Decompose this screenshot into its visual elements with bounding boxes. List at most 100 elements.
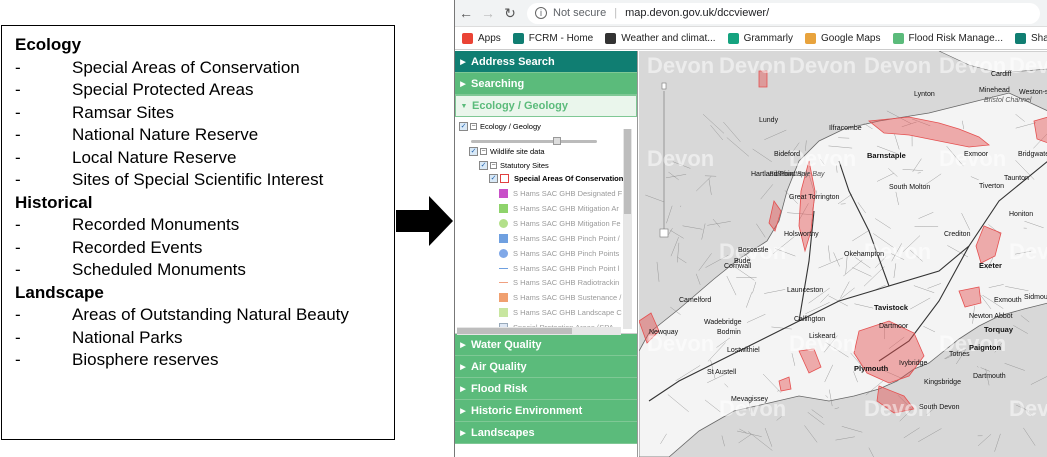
map-place-label: Holsworthy — [784, 231, 819, 238]
tree-layer[interactable]: S Hams SAC GHB Radiotrackin — [499, 278, 619, 287]
scroll-thumb[interactable] — [624, 129, 631, 214]
map-place-label: South Devon — [919, 404, 960, 411]
tree-layer[interactable]: S Hams SAC GHB Pinch Point / — [499, 233, 620, 243]
map-place-label: Mevagissey — [731, 396, 768, 403]
bookmark-label: Grammarly — [743, 32, 794, 44]
watermark: Devon — [719, 53, 787, 78]
accordion-header[interactable]: ▼ Ecology / Geology — [455, 95, 637, 117]
tree-layer[interactable]: S Hams SAC GHB Pinch Points — [499, 248, 619, 258]
tree-layer[interactable]: S Hams SAC GHB Mitigation Ar — [499, 203, 619, 213]
map-place-label: Exmouth — [994, 297, 1022, 304]
layer-checkbox[interactable]: ✓ — [459, 122, 468, 131]
triangle-right-icon: ▶ — [460, 58, 466, 66]
bookmark-item[interactable]: Grammarly — [727, 32, 794, 44]
layer-label: S Hams SAC GHB Landscape C — [513, 308, 622, 318]
map-place-label: Kingsbridge — [924, 379, 961, 386]
map-place-label: Dartmouth — [973, 373, 1006, 380]
list-item: - National Parks — [15, 327, 394, 350]
accordion-header[interactable]: ▶ Air Quality — [455, 356, 637, 378]
accordion-header[interactable]: ▶ Historic Environment — [455, 400, 637, 422]
accordion-label: Flood Risk — [471, 382, 528, 395]
watermark: Devon — [1009, 53, 1047, 78]
map-place-label: South Molton — [889, 184, 931, 191]
list-dash: - — [15, 57, 21, 77]
map-place-label: Great Torrington — [789, 194, 840, 201]
layer-checkbox[interactable]: ✓ — [469, 147, 478, 156]
scroll-thumb[interactable] — [457, 328, 572, 334]
bookmark-item[interactable]: FCRM - Home — [512, 32, 593, 44]
bookmark-item[interactable]: Apps — [462, 32, 501, 44]
tree-layer-sac[interactable]: ✓ Special Areas Of Conservation — [489, 174, 623, 183]
collapse-icon[interactable]: − — [470, 123, 477, 130]
map-place-label: Barnstaple — [867, 151, 906, 160]
tree-layer[interactable]: S Hams SAC GHB Sustenance / — [499, 293, 621, 303]
map-view[interactable]: DevonDevonDevonDevonDevonDevonDevonDevon… — [639, 51, 1047, 457]
right-arrow-icon — [396, 196, 453, 246]
opacity-slider[interactable] — [471, 137, 597, 145]
bookmark-item[interactable]: Google Maps — [805, 32, 881, 44]
bookmark-item[interactable]: SharePoint — [1015, 32, 1047, 44]
map-place-label: Launceston — [787, 287, 824, 294]
tree-layer[interactable]: S Hams SAC GHB Mitigation Fe — [499, 218, 621, 228]
reload-icon[interactable]: ↻ — [499, 5, 521, 22]
collapse-icon[interactable]: − — [480, 148, 487, 155]
tree-layer[interactable]: S Hams SAC GHB Designated F — [499, 189, 622, 198]
url-field[interactable]: i Not secure | map.devon.gov.uk/dccviewe… — [527, 2, 1040, 24]
layer-label: S Hams SAC GHB Pinch Point l — [513, 263, 620, 273]
accordion-header[interactable]: ▶ Address Search — [455, 51, 637, 73]
accordion-header[interactable]: ▶ Landscapes — [455, 422, 637, 444]
vertical-scrollbar[interactable] — [623, 129, 632, 329]
triangle-right-icon: ▶ — [460, 407, 466, 415]
section-heading: Landscape — [15, 282, 104, 302]
layer-checkbox[interactable]: ✓ — [489, 174, 498, 183]
list-item: - Local Nature Reserve — [15, 147, 394, 170]
list-dash: - — [15, 327, 21, 347]
list-item-text: Local Nature Reserve — [72, 147, 237, 167]
list-item-text: Scheduled Monuments — [72, 260, 246, 279]
list-item: - Sites of Special Scientific Interest — [15, 169, 394, 192]
map-place-label: Lundy — [759, 117, 779, 124]
layer-checkbox[interactable]: ✓ — [479, 161, 488, 170]
accordion-header[interactable]: ▶ Water Quality — [455, 334, 637, 356]
tree-group[interactable]: ✓ − Wildlife site data — [469, 147, 545, 156]
accordion-header[interactable]: ▶ Searching — [455, 73, 637, 95]
triangle-right-icon: ▶ — [460, 341, 466, 349]
accordion-label: Landscapes — [471, 426, 535, 439]
horizontal-scrollbar[interactable] — [457, 327, 621, 335]
bookmark-label: Google Maps — [821, 32, 881, 44]
bookmark-item[interactable]: Weather and climat... — [605, 32, 716, 44]
tree-layer[interactable]: S Hams SAC GHB Landscape C — [499, 308, 622, 318]
url-text: map.devon.gov.uk/dccviewer/ — [625, 7, 770, 19]
map-canvas[interactable] — [639, 51, 1047, 457]
map-place-label: Minehead — [979, 87, 1010, 94]
data-list-box: Ecology - Special Areas of Conservation - Sp… — [1, 25, 395, 440]
info-icon[interactable]: i — [535, 7, 547, 19]
apps-grid-icon — [462, 32, 473, 44]
tree-layer[interactable]: S Hams SAC GHB Pinch Point l — [499, 264, 619, 273]
map-place-label: Crediton — [944, 231, 971, 238]
layer-panel: ▶ Address Search ▶ Searching ▼ Ecology / Geol… — [455, 51, 638, 457]
accordion-header[interactable]: ▶ Flood Risk — [455, 378, 637, 400]
list-dash: - — [15, 147, 21, 167]
back-icon[interactable]: ← — [455, 5, 477, 21]
map-place-label: Camelford — [679, 297, 712, 304]
screenshot: Ecology - Special Areas of Conservation - Sp… — [0, 0, 1047, 457]
forward-icon[interactable]: → — [477, 5, 499, 21]
address-bar: ← → ↻ i Not secure | map.devon.gov.uk/dc… — [455, 0, 1047, 27]
list-dash: - — [15, 350, 21, 369]
slider-thumb[interactable] — [553, 137, 561, 145]
list-item-text: Sites of Special Scientific Interest — [72, 170, 324, 189]
collapse-icon[interactable]: − — [490, 162, 497, 169]
bookmark-item[interactable]: Flood Risk Manage... — [892, 32, 1003, 44]
map-place-label: Torquay — [984, 325, 1014, 334]
list-item: - Special Protected Areas — [15, 79, 394, 102]
list-item: - Areas of Outstanding Natural Beauty — [15, 304, 394, 327]
legend-swatch-icon — [499, 293, 508, 303]
tree-root[interactable]: ✓ − Ecology / Geology — [459, 122, 541, 131]
list-item-text: Areas of Outstanding Natural Beauty — [72, 305, 349, 324]
bookmark-favicon — [1015, 32, 1026, 44]
tree-group[interactable]: ✓ − Statutory Sites — [479, 161, 549, 170]
legend-swatch-icon — [500, 174, 509, 183]
watermark: Devon — [647, 53, 715, 78]
list-dash: - — [15, 170, 21, 189]
